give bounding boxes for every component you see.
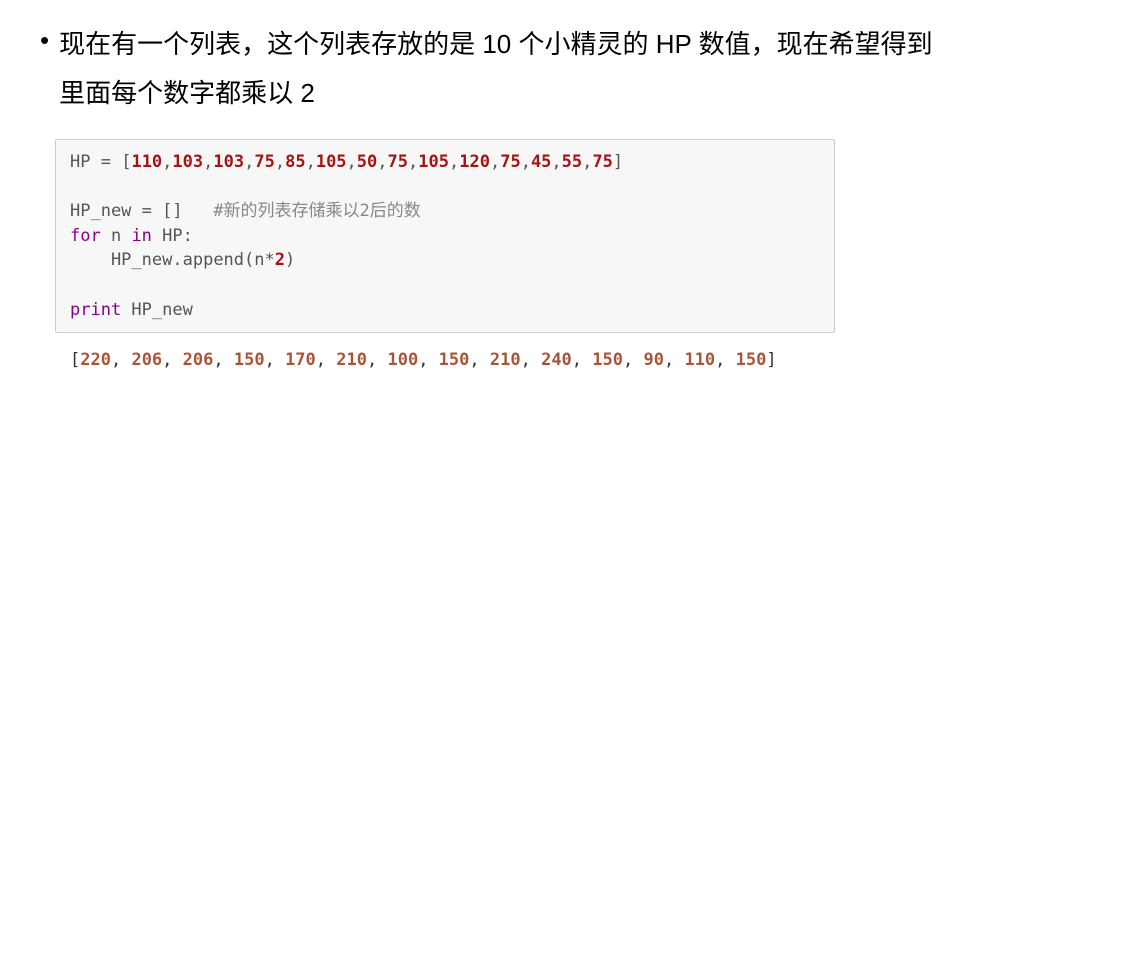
comma: , — [408, 152, 418, 172]
code-line-2: HP_new = [] #新的列表存储乘以2后的数 — [70, 199, 820, 224]
bullet-marker: • — [40, 20, 49, 119]
tok-close-bracket: ] — [613, 152, 623, 172]
tok-two: 2 — [275, 250, 285, 270]
code-block: HP = [110,103,103,75,85,105,50,75,105,12… — [55, 139, 835, 333]
comma: , — [244, 152, 254, 172]
comma: , — [490, 152, 500, 172]
out-value: 206 — [183, 350, 214, 370]
out-sep: , — [715, 350, 735, 370]
hp-value: 75 — [592, 152, 612, 172]
code-line-4: HP_new.append(n*2) — [70, 248, 820, 273]
bullet-item: • 现在有一个列表，这个列表存放的是 10 个小精灵的 HP 数值，现在希望得到… — [40, 20, 1101, 119]
bullet-line1: 现在有一个列表，这个列表存放的是 10 个小精灵的 HP 数值，现在希望得到 — [59, 29, 932, 59]
tok-in: in — [131, 226, 151, 246]
code-line-3: for n in HP: — [70, 224, 820, 249]
comma: , — [306, 152, 316, 172]
hp-values-list: 110,103,103,75,85,105,50,75,105,120,75,4… — [131, 152, 612, 172]
comma: , — [203, 152, 213, 172]
tok-indent: HP_new — [70, 250, 172, 270]
hp-value: 45 — [531, 152, 551, 172]
tok-append-open: (n* — [244, 250, 275, 270]
tok-printarg: HP_new — [121, 300, 193, 320]
bullet-text: 现在有一个列表，这个列表存放的是 10 个小精灵的 HP 数值，现在希望得到 里… — [59, 20, 932, 119]
out-sep: , — [664, 350, 684, 370]
tok-eq: = — [90, 152, 121, 172]
comma: , — [582, 152, 592, 172]
out-value: 170 — [285, 350, 316, 370]
hp-value: 55 — [562, 152, 582, 172]
out-sep: , — [521, 350, 541, 370]
out-value: 210 — [490, 350, 521, 370]
out-sep: , — [572, 350, 592, 370]
hp-value: 75 — [388, 152, 408, 172]
hp-value: 85 — [285, 152, 305, 172]
tok-n: n — [101, 226, 132, 246]
out-value: 240 — [541, 350, 572, 370]
hp-value: 105 — [418, 152, 449, 172]
out-open: [ — [70, 350, 80, 370]
comma: , — [449, 152, 459, 172]
comma: , — [377, 152, 387, 172]
tok-print: print — [70, 300, 121, 320]
tok-hpnew: HP_new — [70, 201, 131, 221]
out-close: ] — [766, 350, 776, 370]
comma: , — [551, 152, 561, 172]
hp-value: 103 — [172, 152, 203, 172]
output-values-list: 220, 206, 206, 150, 170, 210, 100, 150, … — [80, 350, 766, 370]
tok-hp-var: HP — [70, 152, 90, 172]
tok-append: append — [183, 250, 244, 270]
out-value: 150 — [234, 350, 265, 370]
tok-hpref: HP: — [152, 226, 193, 246]
out-value: 110 — [684, 350, 715, 370]
out-sep: , — [418, 350, 438, 370]
code-line-blank1 — [70, 174, 820, 199]
out-sep: , — [623, 350, 643, 370]
out-sep: , — [367, 350, 387, 370]
code-line-1: HP = [110,103,103,75,85,105,50,75,105,12… — [70, 150, 820, 175]
bullet-line2: 里面每个数字都乘以 2 — [59, 78, 315, 108]
out-value: 210 — [336, 350, 367, 370]
code-line-5: print HP_new — [70, 298, 820, 323]
out-sep: , — [469, 350, 489, 370]
hp-value: 105 — [316, 152, 347, 172]
hp-value: 110 — [131, 152, 162, 172]
tok-comment: #新的列表存储乘以2后的数 — [213, 201, 420, 221]
tok-dot: . — [172, 250, 182, 270]
out-sep: , — [213, 350, 233, 370]
tok-open-bracket: [ — [121, 152, 131, 172]
code-line-blank2 — [70, 273, 820, 298]
comma: , — [347, 152, 357, 172]
hp-value: 75 — [254, 152, 274, 172]
comma: , — [162, 152, 172, 172]
out-value: 220 — [80, 350, 111, 370]
out-sep: , — [316, 350, 336, 370]
hp-value: 50 — [357, 152, 377, 172]
tok-append-close: ) — [285, 250, 295, 270]
hp-value: 75 — [500, 152, 520, 172]
hp-value: 120 — [459, 152, 490, 172]
hp-value: 103 — [213, 152, 244, 172]
comma: , — [275, 152, 285, 172]
out-value: 90 — [643, 350, 663, 370]
comma: , — [521, 152, 531, 172]
out-sep: , — [111, 350, 131, 370]
output-block: [220, 206, 206, 150, 170, 210, 100, 150,… — [70, 348, 1101, 374]
tok-empty: = [] — [131, 201, 213, 221]
out-value: 206 — [131, 350, 162, 370]
out-value: 150 — [439, 350, 470, 370]
out-value: 100 — [387, 350, 418, 370]
out-value: 150 — [592, 350, 623, 370]
out-sep: , — [162, 350, 182, 370]
out-value: 150 — [736, 350, 767, 370]
out-sep: , — [265, 350, 285, 370]
tok-for: for — [70, 226, 101, 246]
